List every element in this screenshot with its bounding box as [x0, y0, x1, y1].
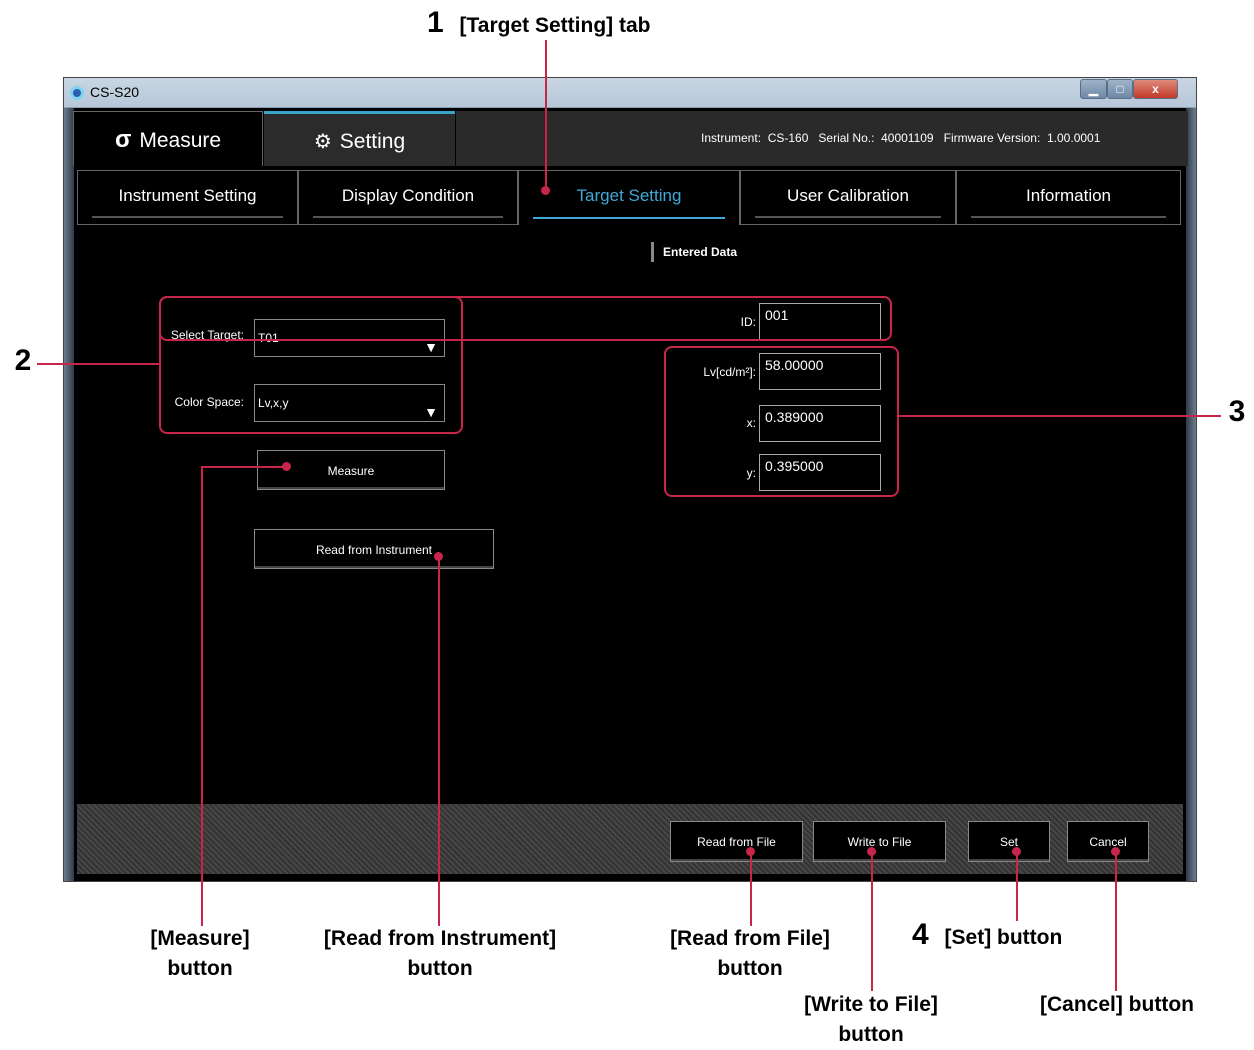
- subtab-label: Instrument Setting: [118, 186, 257, 205]
- title-bar: CS-S20 ▁ □ x: [64, 78, 1196, 108]
- sub-tab-bar: Instrument Setting Display Condition Tar…: [77, 170, 1181, 225]
- subtab-label: Target Setting: [576, 186, 682, 205]
- callout-4-label: [Set] button: [944, 926, 1063, 949]
- read-file-leader: [750, 851, 752, 926]
- callout-cancel-label: [Cancel] button: [1040, 993, 1194, 1016]
- highlight-group-3: [664, 346, 899, 497]
- tab-setting-label: Setting: [339, 130, 406, 153]
- subtab-target-setting[interactable]: Target Setting: [518, 170, 740, 225]
- set-leader: [1016, 851, 1018, 921]
- subtab-label: User Calibration: [787, 186, 909, 205]
- callout-read-instrument-label: [Read from Instrument] button: [290, 924, 590, 984]
- subtab-information[interactable]: Information: [956, 170, 1181, 225]
- tab-measure-label: Measure: [139, 129, 222, 152]
- write-file-leader: [871, 851, 873, 991]
- callout-read-file-label: [Read from File] button: [630, 924, 870, 984]
- instrument-label: Instrument:: [701, 131, 762, 145]
- highlight-group-2: [159, 296, 463, 434]
- subtab-instrument-setting[interactable]: Instrument Setting: [77, 170, 298, 225]
- callout-measure-line1: [Measure]: [150, 927, 250, 950]
- read-from-instrument-button[interactable]: Read from Instrument: [254, 529, 494, 569]
- callout-write-file-label: [Write to File] button: [760, 990, 982, 1050]
- set-button[interactable]: Set: [968, 821, 1050, 862]
- tab-measure[interactable]: σ Measure: [73, 111, 263, 166]
- callout-read-file-line1: [Read from File]: [670, 927, 830, 950]
- minimize-button[interactable]: ▁: [1080, 79, 1107, 99]
- gear-icon: ⚙: [313, 131, 332, 153]
- callout-write-file-line2: button: [838, 1023, 904, 1046]
- measure-icon: σ: [114, 126, 132, 153]
- callout-4: 4 [Set] button: [912, 920, 1112, 953]
- app-icon: [70, 86, 84, 100]
- tab-setting[interactable]: ⚙ Setting: [264, 111, 455, 166]
- subtab-label: Display Condition: [341, 186, 475, 205]
- callout-read-file-line2: button: [717, 957, 783, 980]
- callout-1-dot: [541, 186, 550, 195]
- callout-1: 1 [Target Setting] tab: [427, 8, 727, 41]
- measure-leader-v: [201, 466, 203, 926]
- instrument-info-bar: Instrument: CS-160 Serial No.: 40001109 …: [456, 111, 1188, 166]
- callout-4-number: 4: [912, 918, 929, 951]
- read-instrument-leader: [438, 556, 440, 926]
- close-button[interactable]: x: [1133, 79, 1178, 99]
- maximize-button[interactable]: □: [1107, 79, 1133, 99]
- subtab-user-calibration[interactable]: User Calibration: [740, 170, 956, 225]
- callout-write-file-line1: [Write to File]: [804, 993, 938, 1016]
- subtab-label: Information: [1025, 186, 1112, 205]
- callout-measure-label: [Measure] button: [100, 924, 300, 984]
- read-from-file-button[interactable]: Read from File: [670, 821, 803, 862]
- callout-2-number: 2: [14, 344, 32, 377]
- callout-3-number: 3: [1228, 395, 1246, 428]
- serial-label: Serial No.:: [818, 131, 875, 145]
- window-frame-left: [64, 108, 74, 881]
- callout-1-number: 1: [427, 6, 444, 39]
- callout-2-leader: [37, 363, 159, 365]
- measure-leader-h: [201, 466, 285, 468]
- callout-3-leader: [899, 415, 1221, 417]
- callout-read-instrument-line2: button: [407, 957, 473, 980]
- callout-1-leader: [545, 40, 547, 188]
- callout-1-label: [Target Setting] tab: [459, 14, 651, 37]
- callout-read-instrument-line1: [Read from Instrument]: [323, 927, 557, 950]
- section-heading: Entered Data: [651, 242, 737, 262]
- write-to-file-button[interactable]: Write to File: [813, 821, 946, 862]
- app-window: CS-S20 ▁ □ x σ Measure ⚙ Setting Instrumen…: [63, 77, 1197, 882]
- serial-value: 40001109: [881, 131, 934, 145]
- cancel-button[interactable]: Cancel: [1067, 821, 1149, 862]
- instrument-value: CS-160: [767, 131, 809, 145]
- window-frame-right: [1186, 108, 1196, 881]
- callout-measure-line2: button: [167, 957, 233, 980]
- cancel-leader: [1115, 851, 1117, 991]
- firmware-value: 1.00.0001: [1047, 131, 1101, 145]
- subtab-display-condition[interactable]: Display Condition: [298, 170, 518, 225]
- firmware-label: Firmware Version:: [943, 131, 1041, 145]
- window-title: CS-S20: [90, 84, 140, 100]
